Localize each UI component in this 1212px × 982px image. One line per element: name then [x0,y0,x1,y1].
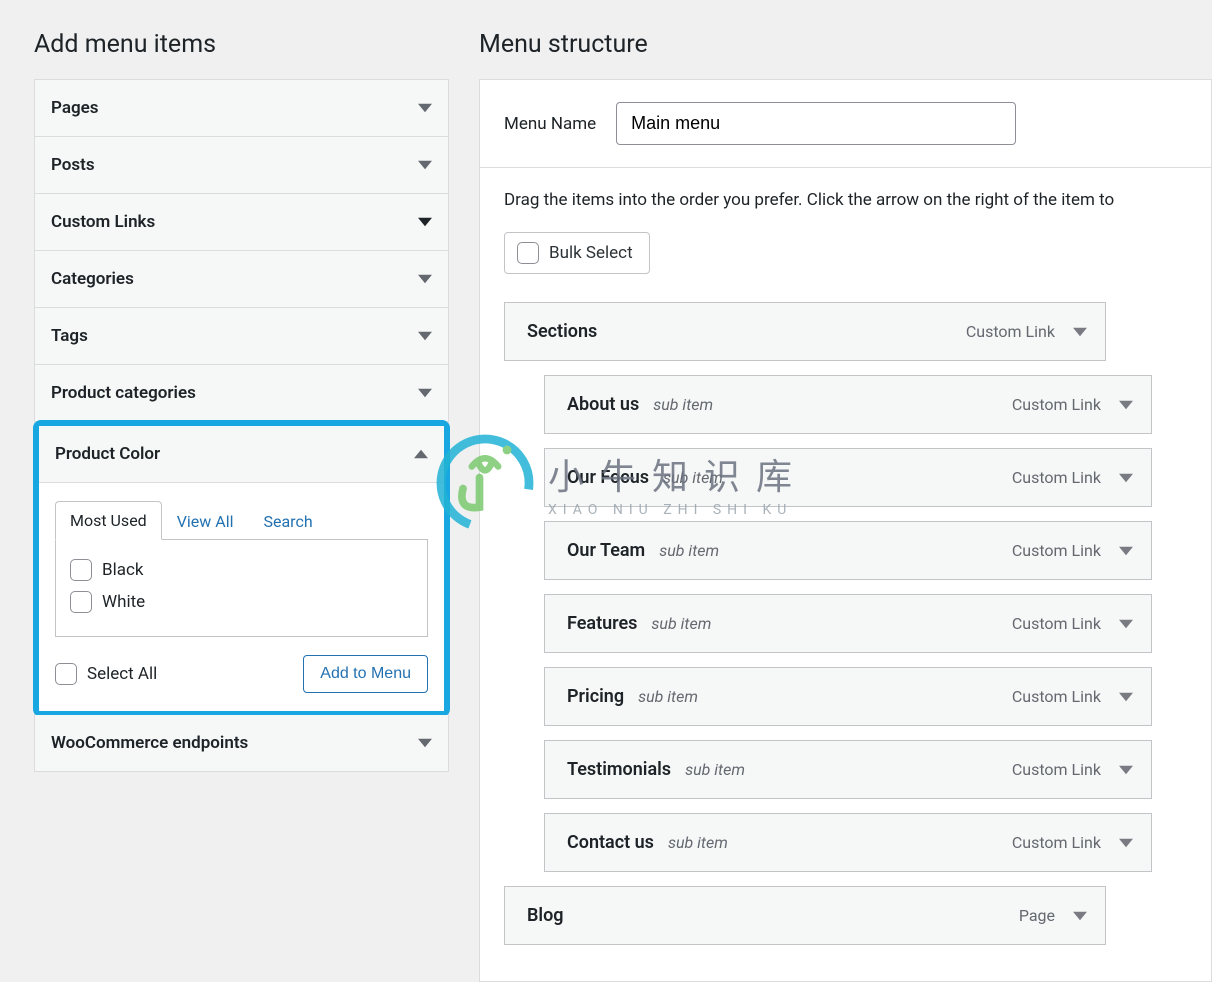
metabox-label: Product categories [51,383,196,403]
caret-down-icon[interactable] [1119,544,1133,558]
sub-item-label: sub item [651,614,711,633]
menu-item-type: Custom Link [1012,833,1101,852]
caret-down-icon[interactable] [1119,763,1133,777]
checkbox-white[interactable] [70,591,92,613]
checkbox-label: Black [102,560,144,580]
bulk-select-checkbox[interactable] [517,242,539,264]
add-menu-items-heading: Add menu items [34,30,449,59]
menu-item-title: Testimonials [567,759,671,780]
sub-item-label: sub item [685,760,745,779]
menu-item-title: Features [567,613,637,634]
select-all-label: Select All [87,664,157,684]
caret-down-icon[interactable] [1119,617,1133,631]
caret-down-icon [418,158,432,172]
caret-down-icon[interactable] [1073,325,1087,339]
sub-item-label: sub item [668,833,728,852]
metabox-woocommerce-endpoints[interactable]: WooCommerce endpoints [35,715,448,771]
menu-item-type: Custom Link [1012,614,1101,633]
menu-item-title: Our Focus [567,467,649,488]
metabox-label: Custom Links [51,212,155,232]
add-to-menu-button[interactable]: Add to Menu [303,655,428,693]
caret-down-icon [418,386,432,400]
menu-item[interactable]: Blog Page [504,886,1106,945]
menu-item-type: Custom Link [1012,468,1101,487]
menu-item-type: Custom Link [1012,395,1101,414]
metabox-categories[interactable]: Categories [35,251,448,307]
metabox-label: Categories [51,269,134,289]
metabox-label: Pages [51,98,99,118]
menu-item-title: Pricing [567,686,624,707]
caret-down-icon [418,215,432,229]
caret-down-icon [418,329,432,343]
menu-name-input[interactable] [616,102,1016,145]
caret-down-icon [418,272,432,286]
metabox-label: Posts [51,155,95,175]
checkbox-black[interactable] [70,559,92,581]
checkbox-label: White [102,592,145,612]
metabox-label: Tags [51,326,88,346]
metabox-posts[interactable]: Posts [35,137,448,193]
menu-item-type: Custom Link [1012,687,1101,706]
metabox-tabs: Most Used View All Search [55,501,428,540]
metabox-tags[interactable]: Tags [35,308,448,364]
caret-down-icon[interactable] [1119,471,1133,485]
tab-most-used[interactable]: Most Used [55,501,162,540]
menu-item[interactable]: Our Team sub item Custom Link [544,521,1152,580]
menu-item-type: Custom Link [1012,541,1101,560]
menu-item[interactable]: Testimonials sub item Custom Link [544,740,1152,799]
tab-view-all[interactable]: View All [162,502,249,540]
menu-item-title: Blog [527,905,564,926]
caret-down-icon[interactable] [1119,690,1133,704]
menu-item-type: Page [1019,906,1055,925]
menu-item-type: Custom Link [1012,760,1101,779]
metabox-pages[interactable]: Pages [35,80,448,136]
menu-structure-heading: Menu structure [479,30,1212,59]
menu-item[interactable]: Sections Custom Link [504,302,1106,361]
menu-item[interactable]: Contact us sub item Custom Link [544,813,1152,872]
metabox-product-categories[interactable]: Product categories [35,365,448,421]
menu-name-label: Menu Name [504,114,596,134]
checkbox-select-all[interactable] [55,663,77,685]
menu-item-title: Sections [527,321,597,342]
caret-down-icon[interactable] [1119,836,1133,850]
menu-items-list: Sections Custom Link About us sub item Custo… [504,302,1187,945]
menu-item-title: Our Team [567,540,645,561]
sub-item-label: sub item [653,395,713,414]
instructions-text: Drag the items into the order you prefer… [504,190,1187,210]
menu-item[interactable]: Features sub item Custom Link [544,594,1152,653]
menu-item-type: Custom Link [966,322,1055,341]
bulk-select-toggle[interactable]: Bulk Select [504,232,650,274]
menu-item[interactable]: About us sub item Custom Link [544,375,1152,434]
metabox-label: WooCommerce endpoints [51,733,248,753]
highlight-box: Product Color Most Used View All Search … [33,420,450,717]
menu-item[interactable]: Our Focus sub item Custom Link [544,448,1152,507]
caret-down-icon [418,736,432,750]
caret-down-icon[interactable] [1119,398,1133,412]
menu-item-title: Contact us [567,832,654,853]
metabox-accordion: Pages Posts Custom Links Categories [34,79,449,772]
sub-item-label: sub item [638,687,698,706]
tab-search[interactable]: Search [248,502,327,540]
menu-item[interactable]: Pricing sub item Custom Link [544,667,1152,726]
metabox-label: Product Color [55,444,160,464]
metabox-product-color[interactable]: Product Color [39,426,444,483]
sub-item-label: sub item [663,468,723,487]
metabox-custom-links[interactable]: Custom Links [35,194,448,250]
sub-item-label: sub item [659,541,719,560]
bulk-select-label: Bulk Select [549,243,633,263]
caret-down-icon[interactable] [1073,909,1087,923]
caret-up-icon [414,447,428,461]
caret-down-icon [418,101,432,115]
menu-item-title: About us [567,394,639,415]
